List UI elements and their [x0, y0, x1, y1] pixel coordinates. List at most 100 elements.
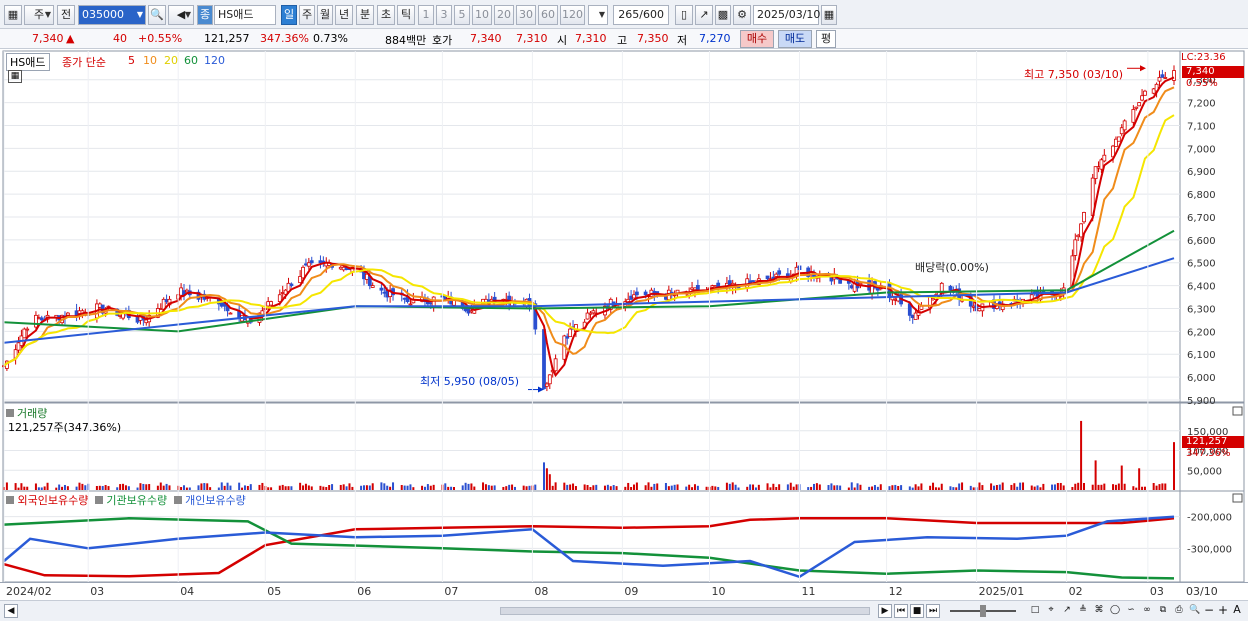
volume-bar [1114, 484, 1117, 490]
fib-icon[interactable]: ≜ [1076, 604, 1090, 618]
volume-bar [403, 485, 406, 490]
volume-bar [1010, 484, 1013, 490]
copy-icon[interactable]: ⧉ [1156, 604, 1170, 618]
volume-bar [66, 486, 69, 490]
ma-legend-20: 20 [164, 54, 178, 67]
price-tick-label: 7,000 [1187, 144, 1216, 155]
volume-bar [185, 487, 188, 490]
volume-bar [754, 487, 757, 490]
measure-icon[interactable]: ∞ [1140, 604, 1154, 618]
zoom-in-icon[interactable]: + [1216, 604, 1230, 618]
rewind-icon[interactable]: ⏮ [894, 604, 908, 618]
volume-bar [148, 484, 151, 490]
volume-bar [432, 484, 435, 490]
volume-bar [554, 482, 557, 490]
volume-bar [339, 484, 342, 490]
crosshair-icon[interactable]: ⌖ [1044, 604, 1058, 618]
volume-bar [569, 484, 572, 490]
volume-bar [836, 485, 839, 490]
price-tick-label: 6,700 [1187, 213, 1216, 224]
volume-bar [1001, 482, 1004, 490]
volume-bar [136, 487, 139, 490]
tool-icon[interactable]: ⌘ [1092, 604, 1106, 618]
volume-bar [772, 483, 775, 490]
volume-bar [473, 486, 476, 490]
volume-bar [1094, 460, 1097, 490]
candle [379, 287, 384, 291]
volume-bar [197, 485, 200, 490]
volume-bar [61, 486, 64, 490]
candle [1131, 109, 1136, 123]
stop-icon[interactable]: ■ [910, 604, 924, 618]
candle [1079, 223, 1083, 238]
zoom-region-icon[interactable]: □ [1028, 604, 1042, 618]
volume-bar [932, 482, 935, 490]
candle [553, 358, 558, 372]
stock-chart[interactable]: 5,900 6,000 6,100 6,200 6,300 6,400 6,500 6,600… [0, 0, 1248, 621]
price-tick-label: 7,200 [1187, 99, 1216, 110]
volume-bar [281, 484, 284, 490]
volume-bar [426, 484, 429, 490]
holdings-legend: 외국인보유수량 기관보유수량 개인보유수량 [6, 492, 246, 508]
volume-bar [876, 486, 879, 490]
last-pct-tag: 0.55% [1186, 78, 1218, 89]
table-icon[interactable]: ▦ [8, 70, 22, 83]
volume-bar [586, 484, 589, 490]
legend-swatch [6, 409, 14, 417]
volume-bar [453, 487, 455, 490]
volume-bar [534, 484, 537, 490]
volume-bar [351, 486, 354, 490]
x-tick-label: 08 [534, 585, 549, 598]
play-icon[interactable]: ▶ [878, 604, 892, 618]
volume-bar [995, 484, 998, 490]
price-tick-label: 6,600 [1187, 236, 1216, 247]
price-pane-title[interactable]: HS애드 [6, 53, 50, 71]
volume-bar [920, 483, 923, 490]
end-icon[interactable]: ⏭ [926, 604, 940, 618]
shape-icon[interactable]: ◯ [1108, 604, 1122, 618]
zoom-slider-handle[interactable] [980, 605, 986, 617]
legend-foreign: 외국인보유수량 [17, 494, 89, 507]
pattern-icon[interactable]: ∽ [1124, 604, 1138, 618]
volume-bar [220, 482, 223, 490]
x-tick-label: 11 [801, 585, 816, 598]
volume-bar [1158, 484, 1161, 490]
volume-bar [1033, 486, 1036, 490]
volume-bar [421, 485, 424, 490]
candle [34, 314, 38, 328]
volume-bar [348, 483, 351, 490]
scroll-left-icon[interactable]: ◀ [4, 604, 18, 618]
print-icon[interactable]: ⎙ [1172, 604, 1186, 618]
volume-bar [1053, 484, 1056, 490]
volume-bar [389, 486, 392, 490]
font-size-icon[interactable]: A [1230, 604, 1244, 618]
volume-bar [26, 486, 29, 490]
candle [1160, 74, 1165, 78]
dividend-annotation: 배당락(0.00%) [915, 261, 989, 274]
scroll-thumb[interactable] [500, 607, 870, 615]
volume-bar [691, 487, 694, 490]
volume-bar [595, 484, 598, 490]
volume-bar [839, 485, 842, 490]
zoom-out-magnifier-icon[interactable]: 🔍 [1188, 604, 1202, 618]
trend-icon[interactable]: ↗ [1060, 604, 1074, 618]
volume-bar [406, 485, 409, 490]
volume-bar [444, 483, 447, 490]
volume-bar [670, 485, 673, 490]
volume-bar [371, 483, 374, 490]
volume-bar [200, 483, 203, 490]
candle [301, 266, 305, 279]
volume-bar [978, 482, 981, 490]
volume-bar [908, 486, 911, 490]
volume-bar [757, 484, 760, 490]
volume-bar [650, 486, 653, 490]
volume-bar [1030, 485, 1033, 490]
volume-bar [127, 486, 130, 490]
zoom-out-icon[interactable]: − [1202, 604, 1216, 618]
volume-bar [513, 486, 516, 490]
volume-bar [667, 486, 670, 490]
candle [1163, 77, 1168, 79]
volume-bar [243, 485, 246, 490]
volume-bar [961, 482, 964, 490]
volume-bar [278, 485, 281, 490]
